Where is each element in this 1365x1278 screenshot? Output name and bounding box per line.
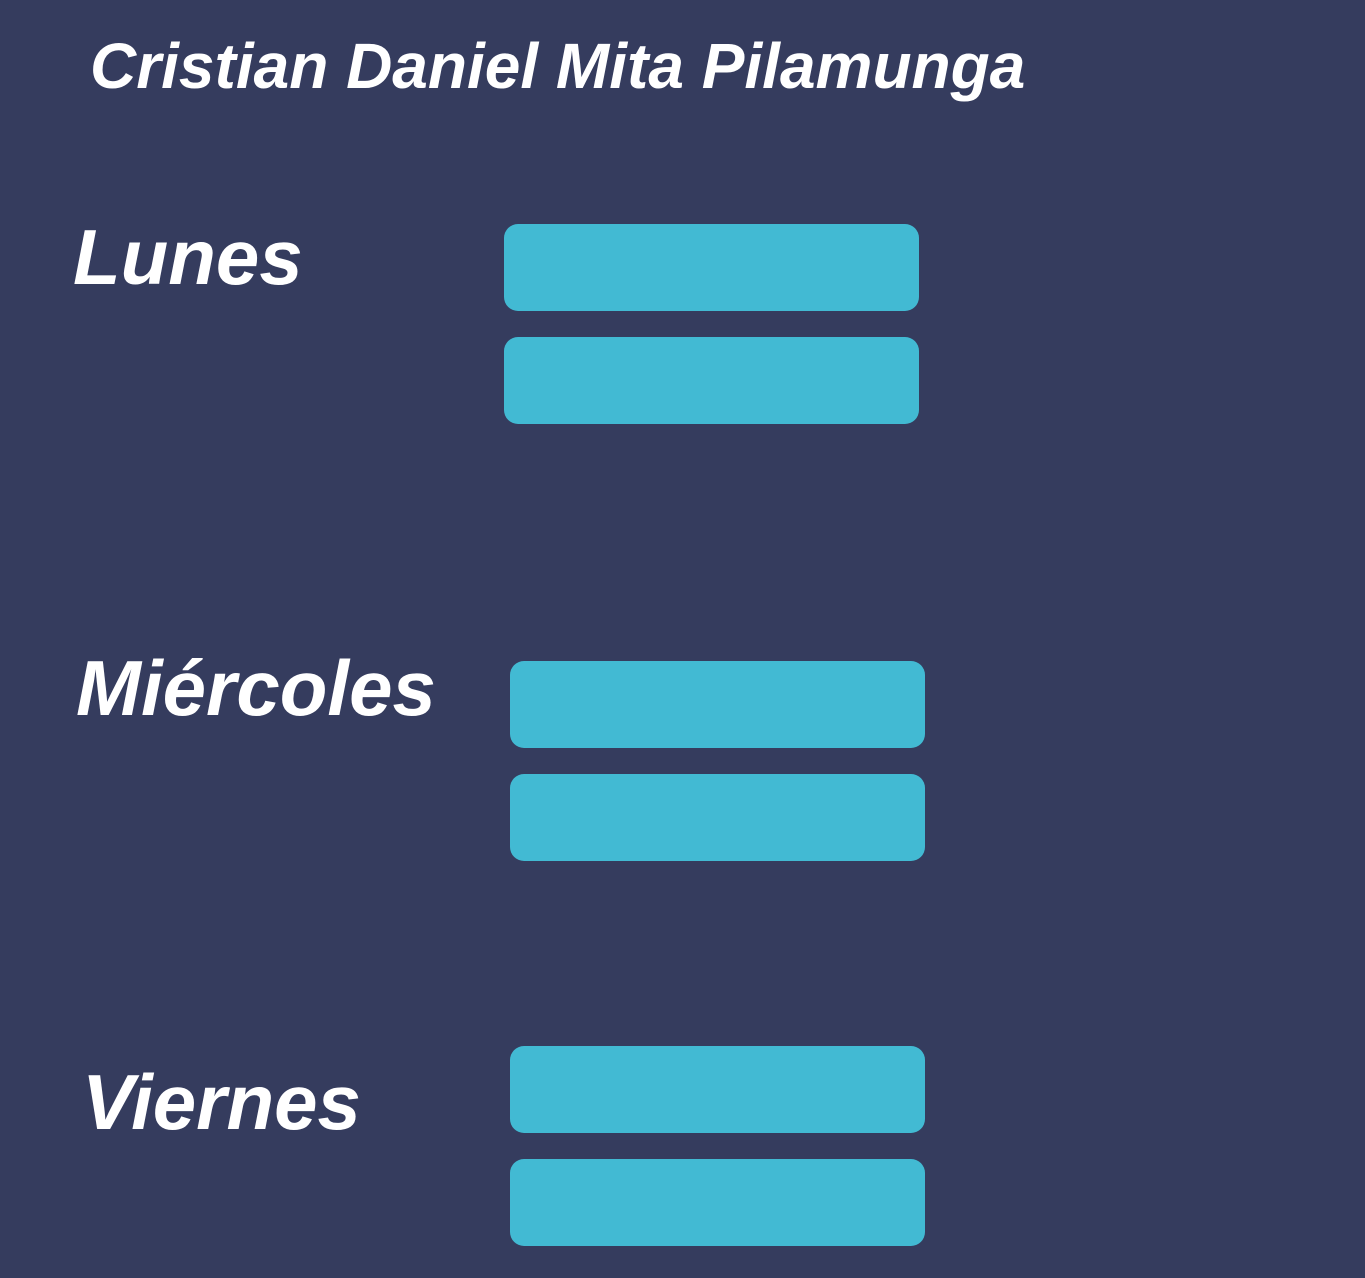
slot-button-lunes-1[interactable] <box>504 224 919 311</box>
page-title: Cristian Daniel Mita Pilamunga <box>90 30 1026 102</box>
day-label-miercoles: Miércoles <box>76 644 436 732</box>
slot-button-lunes-2[interactable] <box>504 337 919 424</box>
day-label-viernes: Viernes <box>82 1058 361 1146</box>
slot-button-viernes-1[interactable] <box>510 1046 925 1133</box>
slot-button-miercoles-1[interactable] <box>510 661 925 748</box>
slot-button-miercoles-2[interactable] <box>510 774 925 861</box>
slot-button-viernes-2[interactable] <box>510 1159 925 1246</box>
day-label-lunes: Lunes <box>73 213 303 301</box>
